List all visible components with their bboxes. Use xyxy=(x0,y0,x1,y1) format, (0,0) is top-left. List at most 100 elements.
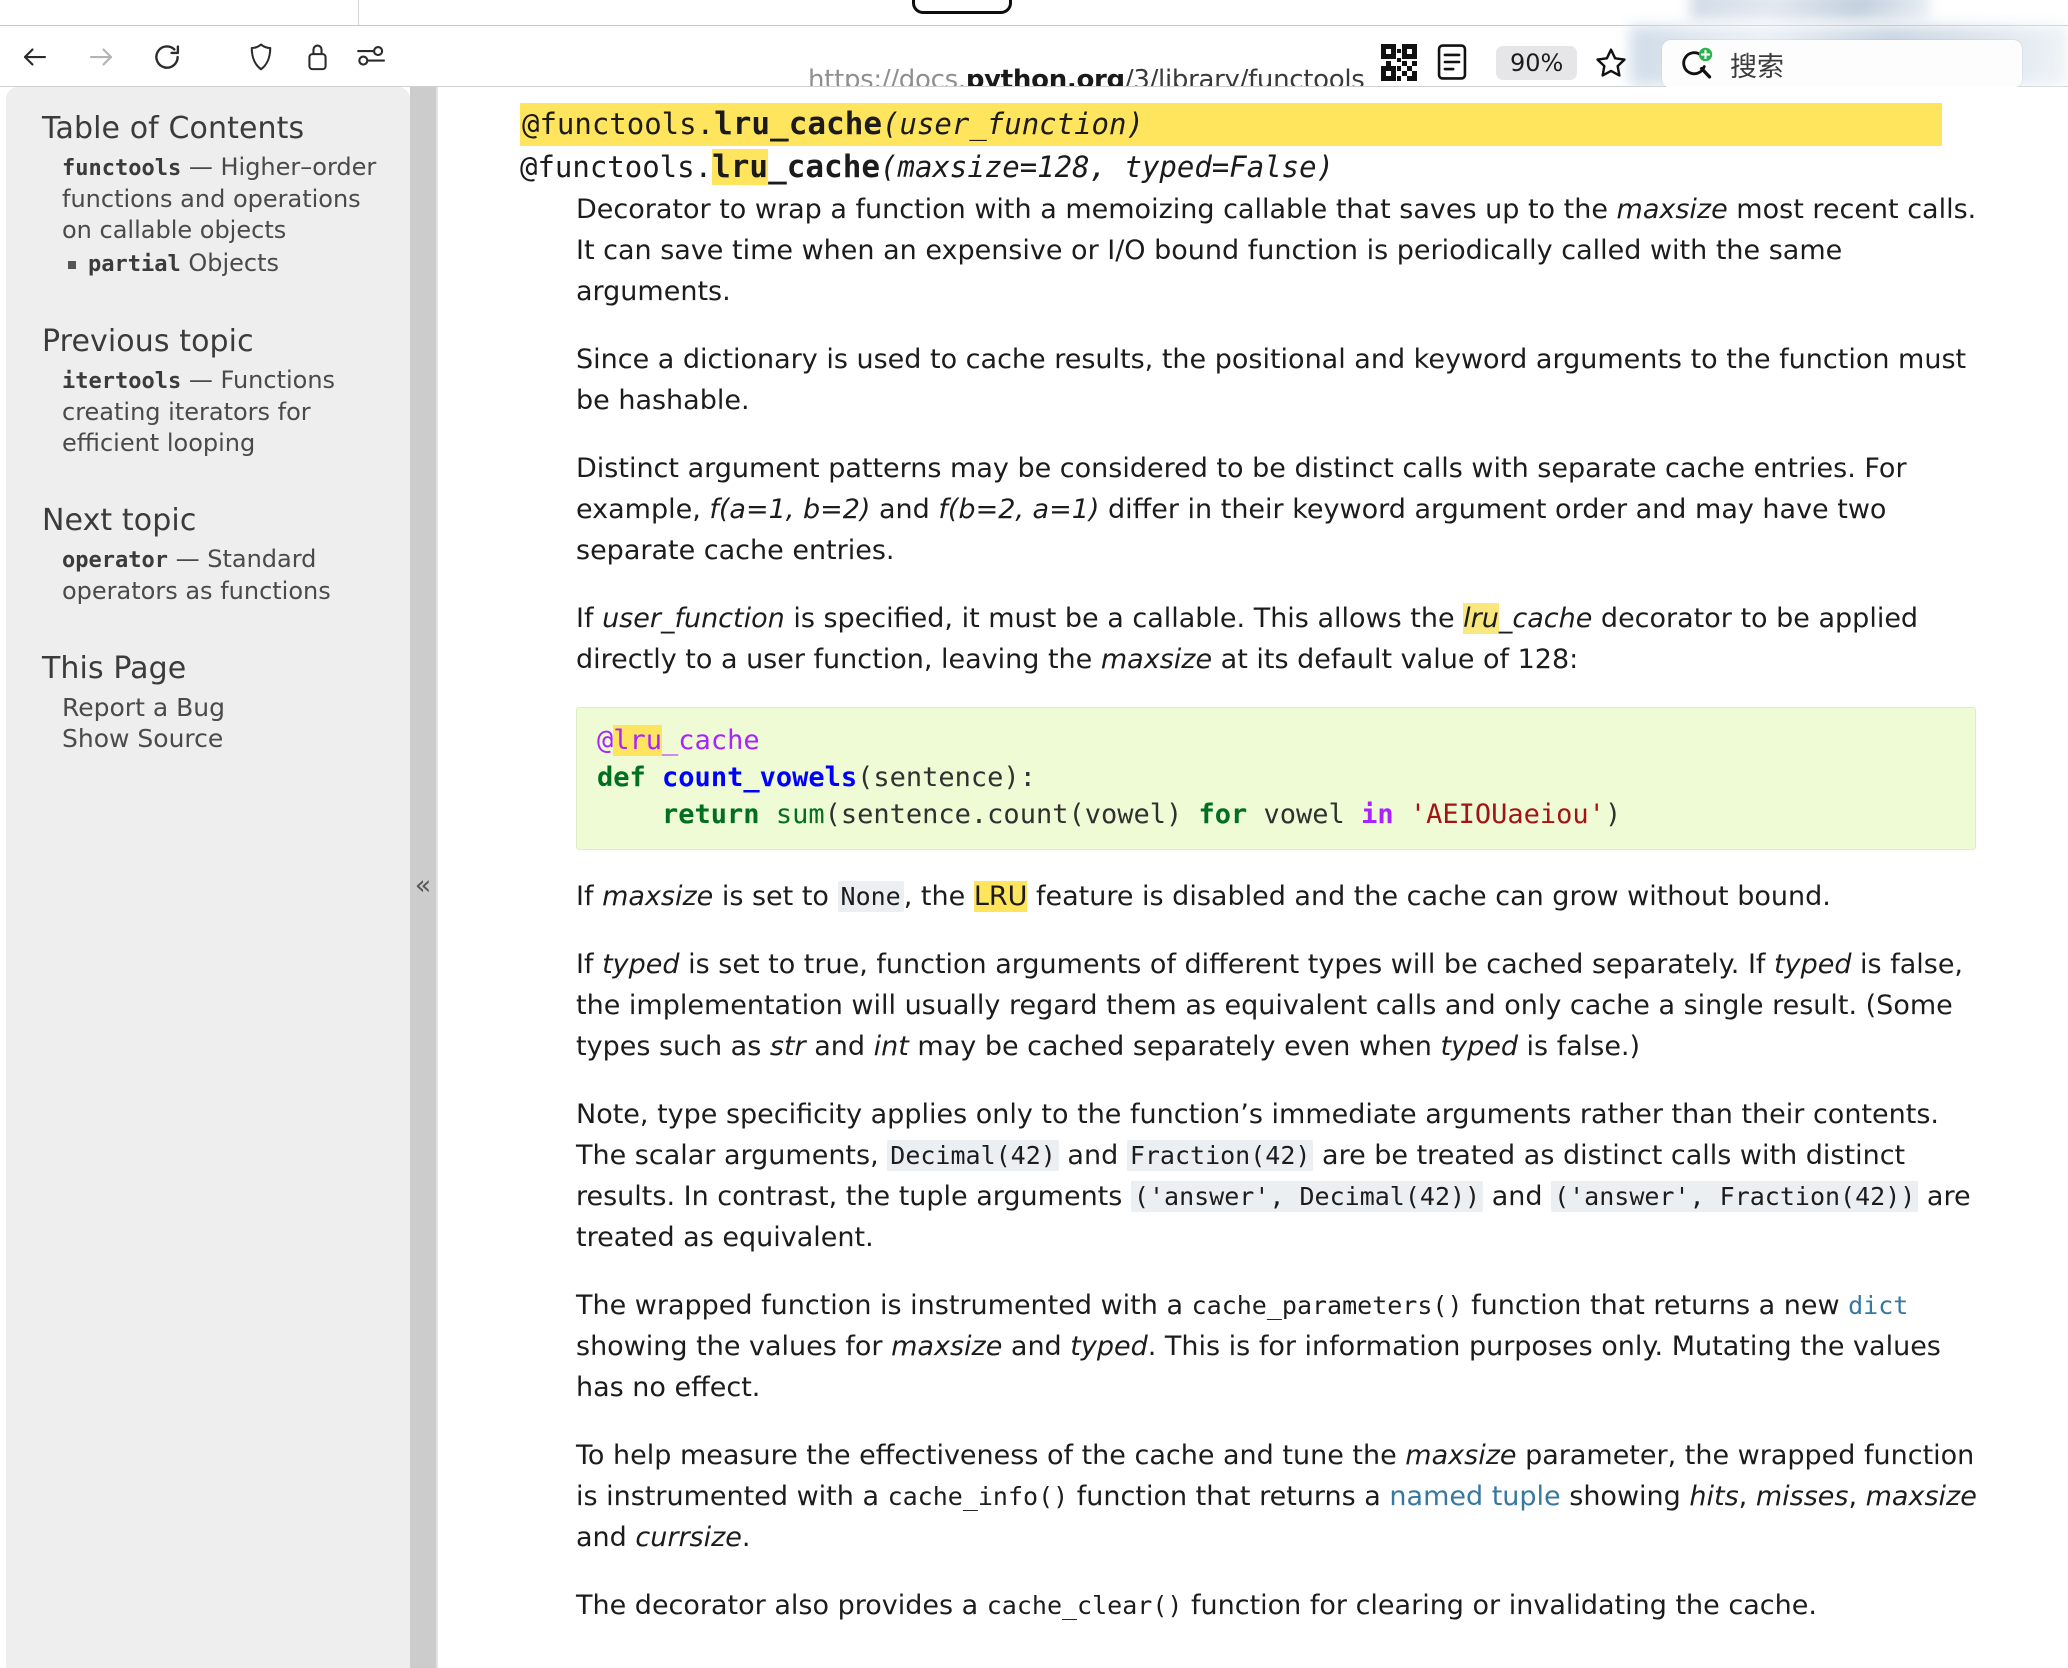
permissions-icon[interactable] xyxy=(354,40,388,74)
code-return-keyword: return xyxy=(662,799,760,830)
p7-tuple-1-code: ('answer', Decimal(42)) xyxy=(1130,1181,1484,1212)
function-signature-1: @functools.lru_cache(user_function) xyxy=(520,103,1988,146)
url-path: /3/library/functools.html?highlight=lru#… xyxy=(1124,65,1364,86)
p8-text-a: The wrapped function is instrumented wit… xyxy=(576,1290,1192,1321)
p4-lru-highlighted: lru xyxy=(1463,603,1499,634)
p8-text-c: showing the values for xyxy=(576,1331,892,1362)
back-arrow-icon[interactable] xyxy=(18,40,52,74)
signature-1-name: lru_cache xyxy=(714,106,883,142)
code-lru-highlighted: lru xyxy=(613,725,663,756)
p6-typed-em-1: typed xyxy=(602,949,680,980)
previous-topic-entry[interactable]: itertools — Functions creating iterators… xyxy=(62,365,388,459)
url-text: https://docs.python.org/3/library/functo… xyxy=(808,65,1364,86)
p7-text-b: and xyxy=(1058,1140,1127,1171)
signature-1-prefix: @functools. xyxy=(522,107,715,141)
p1-maxsize-em: maxsize xyxy=(1616,194,1728,225)
sidebar-collapse-button[interactable]: « xyxy=(410,865,436,905)
p6-int-em: int xyxy=(873,1031,909,1062)
reader-view-icon[interactable] xyxy=(1434,42,1476,82)
code-line-3: return sum(sentence.count(vowel) for vow… xyxy=(597,796,1955,833)
p9-currsize-em: currsize xyxy=(635,1522,742,1553)
p7-decimal-code: Decimal(42) xyxy=(887,1140,1059,1171)
url-host-domain: python.org xyxy=(965,65,1125,86)
code-vowels-string: 'AEIOUaeiou' xyxy=(1409,799,1605,830)
p3-call-1: f(a=1, b=2) xyxy=(709,494,871,525)
p6-text-a: If xyxy=(576,949,603,980)
paragraph-decorator-description: Decorator to wrap a function with a memo… xyxy=(576,189,1980,312)
toc-sublist: partial Objects xyxy=(62,248,388,280)
qr-code-icon[interactable] xyxy=(1378,42,1420,82)
background-blur-decoration xyxy=(1690,0,1930,20)
toc-subitem-partial[interactable]: partial Objects xyxy=(68,248,388,280)
p9-named-tuple-link[interactable]: named tuple xyxy=(1389,1481,1560,1512)
p9-misses-em: misses xyxy=(1755,1481,1849,1512)
next-topic-code: operator xyxy=(62,548,168,573)
bookmark-star-icon[interactable] xyxy=(1590,42,1632,84)
p9-cache-info-code: cache_info() xyxy=(887,1482,1069,1511)
page-viewport: Table of Contents functools — Higher–ord… xyxy=(0,87,2068,1668)
code-at-symbol: @ xyxy=(597,725,614,756)
main-content: @functools.lru_cache(user_function) @fun… xyxy=(520,87,2068,1668)
p9-text-e: , xyxy=(1738,1481,1756,1512)
code-expr-1: (sentence.count(vowel) xyxy=(824,799,1199,830)
toc-block: functools — Higher–order functions and o… xyxy=(42,152,388,280)
search-bar[interactable]: 搜索 xyxy=(1662,40,2022,88)
p6-text-f: is false.) xyxy=(1517,1031,1641,1062)
toc-entry-code: functools xyxy=(62,156,182,181)
reload-icon[interactable] xyxy=(150,40,184,74)
p6-text-b: is set to true, function arguments of di… xyxy=(679,949,1774,980)
active-browser-tab[interactable] xyxy=(912,0,1012,14)
p7-fraction-code: Fraction(42) xyxy=(1126,1140,1314,1171)
code-params: (sentence): xyxy=(857,762,1036,793)
paragraph-cache-info: To help measure the effectiveness of the… xyxy=(576,1435,1980,1558)
shield-icon[interactable] xyxy=(244,40,278,74)
search-placeholder-label: 搜索 xyxy=(1730,51,1784,83)
double-chevron-left-icon: « xyxy=(414,869,432,901)
p6-typed-em-3: typed xyxy=(1440,1031,1518,1062)
forward-arrow-icon[interactable] xyxy=(84,40,118,74)
p9-text-h: . xyxy=(741,1522,751,1553)
url-host-pre: docs. xyxy=(898,65,966,86)
paragraph-typed: If typed is set to true, function argume… xyxy=(576,944,1980,1067)
p9-text-f: , xyxy=(1848,1481,1866,1512)
p5-lru-highlighted: LRU xyxy=(973,881,1028,912)
code-expr-3: ) xyxy=(1604,799,1622,830)
show-source-link[interactable]: Show Source xyxy=(62,723,388,754)
p8-maxsize-em: maxsize xyxy=(891,1331,1003,1362)
previous-topic-heading: Previous topic xyxy=(42,324,254,359)
p9-text-c: function that returns a xyxy=(1068,1481,1390,1512)
sidebar: Table of Contents functools — Higher–ord… xyxy=(6,87,410,1668)
paragraph-distinct-patterns: Distinct argument patterns may be consid… xyxy=(576,448,1980,571)
next-topic-block: operator — Standard operators as functio… xyxy=(42,544,388,607)
toc-subitem-code: partial xyxy=(88,252,181,277)
signature-2-args: (maxsize=128, typed=False) xyxy=(880,150,1334,184)
p10-text-b: function for clearing or invalidating th… xyxy=(1182,1590,1817,1621)
paragraph-cache-parameters: The wrapped function is instrumented wit… xyxy=(576,1285,1980,1408)
p4-maxsize-em: maxsize xyxy=(1100,644,1213,675)
lock-icon[interactable] xyxy=(300,40,334,74)
signature-2-name-highlighted: lru xyxy=(712,149,769,185)
p8-text-d: and xyxy=(1002,1331,1071,1362)
previous-topic-code: itertools xyxy=(62,369,182,394)
p3-call-2: f(b=2, a=1) xyxy=(938,494,1100,525)
next-topic-entry[interactable]: operator — Standard operators as functio… xyxy=(62,544,388,607)
p6-typed-em-2: typed xyxy=(1774,949,1852,980)
p4-text-a: If xyxy=(576,603,603,634)
p8-dict-link[interactable]: dict xyxy=(1848,1291,1908,1320)
toc-entry-functools[interactable]: functools — Higher–order functions and o… xyxy=(62,152,388,246)
zoom-level-badge[interactable]: 90% xyxy=(1496,46,1578,80)
content-divider xyxy=(436,87,438,1668)
code-expr-2: vowel xyxy=(1247,799,1362,830)
url-bar[interactable]: https://docs.python.org/3/library/functo… xyxy=(404,44,1364,86)
p9-maxsize-em: maxsize xyxy=(1405,1440,1517,1471)
report-a-bug-link[interactable]: Report a Bug xyxy=(62,692,388,723)
p4-user-function-em: user_function xyxy=(602,603,785,634)
p7-text-d: and xyxy=(1483,1181,1552,1212)
p5-text-b: is set to xyxy=(713,881,838,912)
signature-2-prefix: @functools. xyxy=(520,150,713,184)
next-topic-heading: Next topic xyxy=(42,503,197,538)
p1-text-a: Decorator to wrap a function with a memo… xyxy=(576,194,1617,225)
p9-hits-em: hits xyxy=(1689,1481,1739,1512)
p5-text-c: , the xyxy=(903,881,974,912)
p4-text-b: is specified, it must be a callable. Thi… xyxy=(784,603,1464,634)
